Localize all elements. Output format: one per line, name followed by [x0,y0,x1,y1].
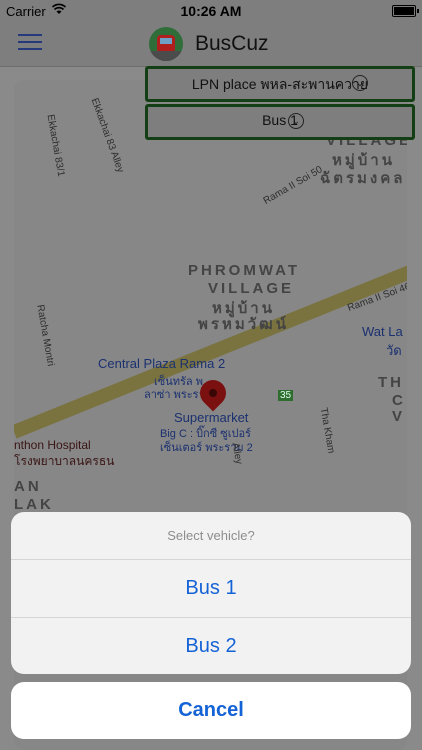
map-label: Ratcha Montri [34,303,56,368]
map-label: Central Plaza Rama 2 [98,356,226,371]
map-label: LAK [14,496,54,513]
map-label: พรหมวัฒน์ [198,316,289,333]
map-label: AN [14,478,42,495]
option-bus-2-button[interactable]: Bus 2 [11,618,411,674]
map-label: Wat La [362,324,403,339]
map-label: C [392,392,406,409]
place-selector[interactable]: LPN place พหล-สะพานควาย ⌄ [145,66,415,102]
option-bus-1-button[interactable]: Bus 1 [11,560,411,618]
map-label: VILLAGE [208,280,295,297]
menu-line-icon [18,48,42,50]
battery-icon [392,5,419,17]
bus-logo-icon [149,27,183,61]
vehicle-selector[interactable]: Bus 1 ⌄ [145,104,415,140]
map-label: nthon Hospital [14,438,91,452]
route-shield-35: 35 [278,390,294,401]
chevron-down-icon: ⌄ [352,75,368,91]
map-label: วัด [386,343,402,358]
map-label: V [392,408,406,425]
map-label: Ekkachai 83/1 [44,113,67,178]
map-label: Supermarket [174,410,249,425]
app-title: BusCuz [195,32,269,55]
action-sheet-title: Select vehicle? [11,512,411,560]
hamburger-menu-button[interactable] [18,34,42,54]
map-label: PHROMWAT [188,262,301,279]
place-selector-label: LPN place พหล-สะพานควาย [191,76,369,92]
map-label: Tha Kham [317,406,337,455]
nav-bar: BusCuz [0,22,422,67]
map-label: โรงพยาบาลนครธน [14,454,115,468]
cancel-button[interactable]: Cancel [11,682,411,739]
clock: 10:26 AM [180,3,242,19]
action-sheet: Select vehicle? Bus 1 Bus 2 [11,512,411,674]
map-label: TH [378,374,404,391]
map-label: Ekkachai 83 Alley [88,96,126,175]
selector-panel: LPN place พหล-สะพานควาย ⌄ Bus 1 ⌄ [145,66,415,142]
status-bar: Carrier 10:26 AM [0,0,422,22]
map-label: ฉัตรมงคล [320,170,406,187]
chevron-down-icon: ⌄ [288,113,304,129]
map-label: Rama II Soi 50 [261,164,325,207]
menu-line-icon [18,34,42,36]
menu-line-icon [18,41,42,43]
